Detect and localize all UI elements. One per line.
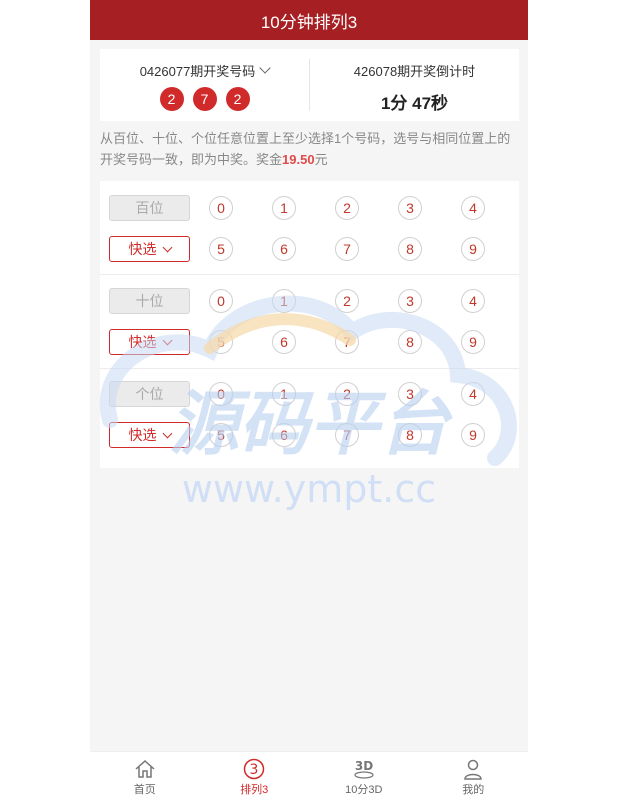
quick-pick-label: 快选	[128, 334, 157, 350]
svg-text:3: 3	[250, 762, 259, 778]
nav-label: 10分3D	[345, 784, 383, 796]
last-draw-panel: 0426077期开奖号码 2 7 2	[100, 49, 309, 121]
chevron-down-icon	[259, 62, 271, 74]
last-issue-label: 0426077期开奖号码	[139, 64, 256, 79]
quick-pick-label: 快选	[128, 241, 157, 257]
digit-ball[interactable]: 2	[335, 289, 359, 313]
position-button-tens[interactable]: 十位	[109, 288, 190, 314]
position-button-hundreds[interactable]: 百位	[109, 195, 190, 221]
digit-ball[interactable]: 3	[398, 382, 422, 406]
picker-row: 快选 5 6 7 8 9	[109, 329, 485, 355]
digit-ball[interactable]: 3	[398, 196, 422, 220]
nav-item-home[interactable]: 首页	[90, 752, 200, 802]
digit-ball[interactable]: 1	[272, 382, 296, 406]
chevron-down-icon	[162, 242, 172, 252]
nav-item-3d[interactable]: 3D 10分3D	[309, 752, 419, 802]
number-picker: 百位 0 1 2 3 4 快选 5 6 7 8 9 十位 0 1 2 3 4 快…	[100, 181, 519, 468]
digit-ball[interactable]: 1	[272, 289, 296, 313]
digit-ball[interactable]: 1	[272, 196, 296, 220]
digit-ball[interactable]: 7	[335, 330, 359, 354]
quick-pick-button-tens[interactable]: 快选	[109, 329, 190, 355]
last-issue-selector[interactable]: 0426077期开奖号码	[139, 61, 271, 80]
digit-ball[interactable]: 8	[398, 237, 422, 261]
quick-pick-label: 快选	[128, 427, 157, 443]
nav-label: 首页	[133, 784, 156, 796]
next-issue-label: 426078期开奖倒计时	[353, 64, 476, 79]
winning-numbers: 2 7 2	[159, 87, 250, 111]
chevron-down-icon	[162, 335, 172, 345]
digit-ball[interactable]: 2	[335, 382, 359, 406]
draw-info-card: 0426077期开奖号码 2 7 2 426078期开奖倒计时 1分 47秒	[100, 49, 519, 121]
nav-label: 我的	[462, 784, 485, 796]
digit-ball[interactable]: 0	[209, 289, 233, 313]
digit-group: 5 6 7 8 9	[209, 237, 485, 261]
digit-group: 0 1 2 3 4	[209, 289, 485, 313]
digit-ball[interactable]: 5	[209, 237, 233, 261]
digit-group: 5 6 7 8 9	[209, 423, 485, 447]
winning-ball: 2	[225, 87, 250, 111]
picker-row: 快选 5 6 7 8 9	[109, 236, 485, 262]
digit-group: 0 1 2 3 4	[209, 196, 485, 220]
position-section-units: 个位 0 1 2 3 4 快选 5 6 7 8 9	[100, 368, 519, 462]
quick-pick-button-units[interactable]: 快选	[109, 422, 190, 448]
digit-ball[interactable]: 7	[335, 423, 359, 447]
page-title: 10分钟排列3	[260, 12, 358, 32]
digit-ball[interactable]: 6	[272, 237, 296, 261]
digit-ball[interactable]: 4	[461, 196, 485, 220]
picker-row: 百位 0 1 2 3 4	[109, 195, 485, 221]
digit-ball[interactable]: 9	[461, 423, 485, 447]
circled-three-icon: 3	[243, 757, 265, 781]
home-icon	[134, 757, 156, 781]
header-bar: 10分钟排列3	[90, 0, 528, 40]
picker-row: 个位 0 1 2 3 4	[109, 381, 485, 407]
digit-ball[interactable]: 2	[335, 196, 359, 220]
digit-ball[interactable]: 8	[398, 330, 422, 354]
winning-ball: 7	[192, 87, 217, 111]
nav-label: 排列3	[240, 784, 269, 796]
digit-group: 5 6 7 8 9	[209, 330, 485, 354]
digit-ball[interactable]: 8	[398, 423, 422, 447]
digit-ball[interactable]: 6	[272, 423, 296, 447]
digit-ball[interactable]: 3	[398, 289, 422, 313]
digit-ball[interactable]: 5	[209, 330, 233, 354]
digit-ball[interactable]: 6	[272, 330, 296, 354]
app-screen: 10分钟排列3 0426077期开奖号码 2 7 2 426078期开奖倒计时 …	[90, 0, 528, 802]
position-button-units[interactable]: 个位	[109, 381, 190, 407]
nav-item-profile[interactable]: 我的	[419, 752, 529, 802]
chevron-down-icon	[162, 428, 172, 438]
3d-icon: 3D	[352, 757, 376, 781]
position-section-tens: 十位 0 1 2 3 4 快选 5 6 7 8 9	[100, 274, 519, 368]
svg-text:3D: 3D	[355, 759, 373, 773]
digit-ball[interactable]: 0	[209, 196, 233, 220]
watermark-url: www.ympt.cc	[182, 467, 436, 511]
digit-ball[interactable]: 0	[209, 382, 233, 406]
nav-item-pl3[interactable]: 3 排列3	[200, 752, 310, 802]
rules-description: 从百位、十位、个位任意位置上至少选择1个号码，选号与相同位置上的开奖号码一致，即…	[100, 128, 520, 170]
digit-ball[interactable]: 7	[335, 237, 359, 261]
digit-ball[interactable]: 4	[461, 289, 485, 313]
next-draw-panel: 426078期开奖倒计时 1分 47秒	[310, 49, 519, 121]
picker-row: 十位 0 1 2 3 4	[109, 288, 485, 314]
prize-unit: 元	[314, 152, 328, 167]
prize-amount: 19.50	[282, 152, 315, 167]
digit-ball[interactable]: 9	[461, 330, 485, 354]
digit-ball[interactable]: 9	[461, 237, 485, 261]
winning-ball: 2	[159, 87, 184, 111]
countdown-timer: 1分 47秒	[380, 94, 449, 113]
position-section-hundreds: 百位 0 1 2 3 4 快选 5 6 7 8 9	[100, 181, 519, 274]
digit-ball[interactable]: 5	[209, 423, 233, 447]
picker-row: 快选 5 6 7 8 9	[109, 422, 485, 448]
digit-ball[interactable]: 4	[461, 382, 485, 406]
digit-group: 0 1 2 3 4	[209, 382, 485, 406]
bottom-nav: 首页 3 排列3 3D 10分3D 我的	[90, 751, 528, 802]
user-icon	[462, 757, 484, 781]
quick-pick-button-hundreds[interactable]: 快选	[109, 236, 190, 262]
